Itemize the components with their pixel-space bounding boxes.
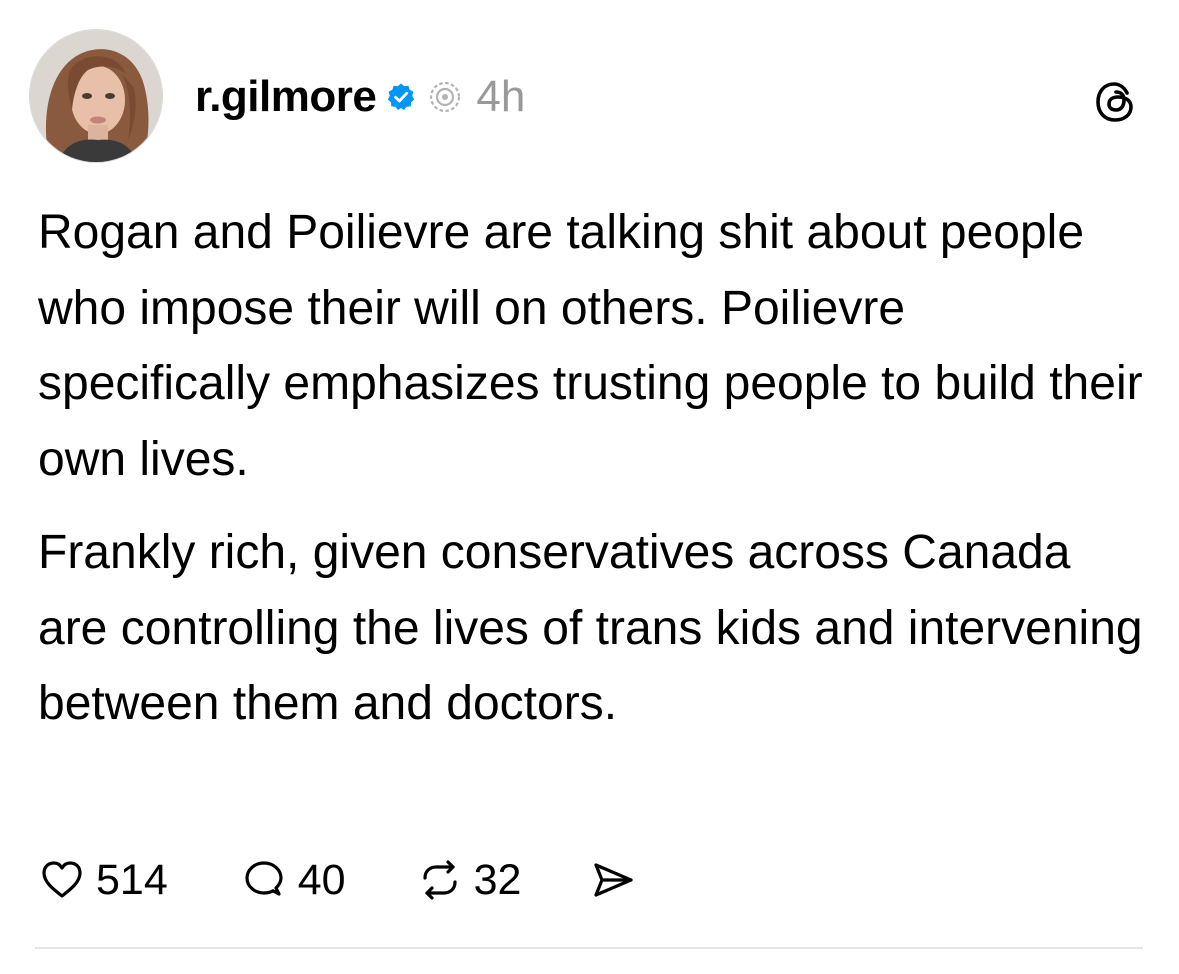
send-icon bbox=[589, 856, 637, 904]
post-body: Rogan and Poilievre are talking shit abo… bbox=[38, 195, 1148, 742]
fediverse-icon bbox=[428, 80, 462, 114]
post-time: 4h bbox=[476, 72, 526, 121]
avatar-image bbox=[30, 30, 162, 162]
like-button[interactable]: 514 bbox=[38, 856, 168, 905]
heart-icon bbox=[38, 856, 86, 904]
post-paragraph: Frankly rich, given conservatives across… bbox=[38, 526, 1143, 730]
repost-count: 32 bbox=[473, 855, 522, 904]
post-header: r.gilmore 4h bbox=[195, 62, 525, 132]
comment-bubble-icon bbox=[240, 856, 288, 904]
post-divider bbox=[35, 947, 1143, 949]
reply-button[interactable]: 40 bbox=[240, 856, 346, 905]
repost-icon bbox=[416, 856, 464, 904]
share-button[interactable] bbox=[589, 856, 637, 904]
post-paragraph: Rogan and Poilievre are talking shit abo… bbox=[38, 206, 1143, 486]
verified-badge-icon bbox=[386, 82, 416, 112]
post-actions: 514 40 32 bbox=[38, 852, 637, 908]
avatar[interactable] bbox=[30, 30, 162, 162]
reply-count: 40 bbox=[297, 855, 346, 904]
threads-post: r.gilmore 4h Rogan and Poilievre are tal… bbox=[0, 0, 1179, 974]
repost-button[interactable]: 32 bbox=[416, 855, 522, 905]
like-count: 514 bbox=[96, 855, 168, 904]
threads-logo-icon[interactable] bbox=[1093, 79, 1139, 125]
username[interactable]: r.gilmore bbox=[195, 72, 377, 122]
